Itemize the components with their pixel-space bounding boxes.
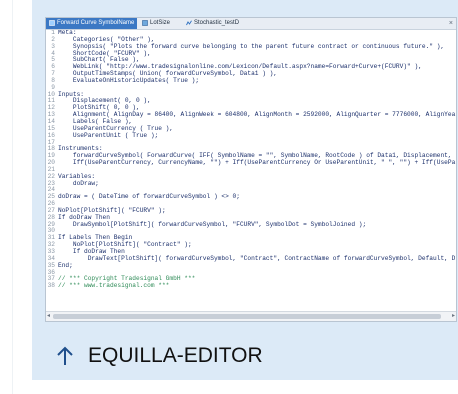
- editor-tab-bar: Forward Curve SymbolName LotSize Stochas…: [46, 18, 456, 30]
- tab-label: Stochastic_testD: [194, 20, 240, 26]
- code-text: doDraw;: [58, 179, 99, 187]
- code-line: 8 EvaluateOnHistoricUpdates( True );: [46, 76, 456, 85]
- script-icon: [142, 20, 148, 26]
- code-line: 38// *** www.tradesignal.com ***: [46, 282, 456, 290]
- code-line: 25 doDraw = ( DateTime of forwardCurveSym…: [46, 193, 456, 201]
- code-line: 9: [46, 84, 456, 92]
- tab-forward-curve-symbolname[interactable]: Forward Curve SymbolName: [46, 18, 137, 29]
- code-text: EvaluateOnHistoricUpdates( True );: [58, 76, 200, 84]
- code-line: 22 Variables:: [46, 173, 456, 181]
- code-line: 29 DrawSymbol[PlotShift]( forwardCurveSy…: [46, 220, 456, 229]
- left-divider: [12, 0, 13, 394]
- scrollbar-thumb[interactable]: [53, 314, 441, 319]
- code-text: doDraw = ( DateTime of forwardCurveSymbo…: [58, 193, 240, 201]
- caption-title: EQUILLA-EDITOR: [88, 344, 263, 367]
- tab-stochastic-testd[interactable]: Stochastic_testD: [183, 18, 253, 29]
- line-number: 38: [47, 282, 55, 290]
- section-caption[interactable]: EQUILLA-EDITOR: [56, 341, 263, 371]
- scroll-left-icon[interactable]: ◂: [47, 312, 50, 321]
- code-text: Iff(UseParentCurrency, CurrencyName, "")…: [58, 159, 456, 167]
- tab-lotsize[interactable]: LotSize: [139, 18, 181, 29]
- tab-label: Forward Curve SymbolName: [57, 20, 135, 26]
- script-icon: [49, 20, 55, 26]
- code-line: 16 UseParentUnit ( True );: [46, 131, 456, 140]
- horizontal-scrollbar[interactable]: ◂ ▸: [46, 311, 456, 321]
- code-area[interactable]: 1 Meta: 2 Categories( "Other" ), 3 Synopsis…: [46, 30, 456, 309]
- code-line: 35 End;: [46, 261, 456, 270]
- code-line: 17: [46, 139, 456, 147]
- code-line: 34 DrawText[PlotShift]( forwardCurveSymb…: [46, 254, 456, 263]
- scroll-right-icon[interactable]: ▸: [452, 312, 455, 321]
- tab-label: LotSize: [150, 20, 171, 26]
- close-icon[interactable]: ×: [449, 18, 453, 29]
- code-line: 23 doDraw;: [46, 179, 456, 188]
- code-line: 20 Iff(UseParentCurrency, CurrencyName, …: [46, 159, 456, 167]
- code-editor-window: Forward Curve SymbolName LotSize Stochas…: [45, 17, 457, 322]
- code-text: DrawSymbol[PlotShift]( forwardCurveSymbo…: [58, 220, 367, 228]
- code-text: // *** www.tradesignal.com ***: [58, 282, 170, 290]
- indicator-icon: [186, 20, 192, 26]
- up-arrow-icon: [57, 346, 73, 365]
- code-text: DrawText[PlotShift]( forwardCurveSymbol,…: [58, 254, 456, 262]
- code-line: 21: [46, 166, 456, 174]
- code-text: End;: [58, 261, 73, 269]
- code-text: UseParentUnit ( True );: [58, 131, 159, 139]
